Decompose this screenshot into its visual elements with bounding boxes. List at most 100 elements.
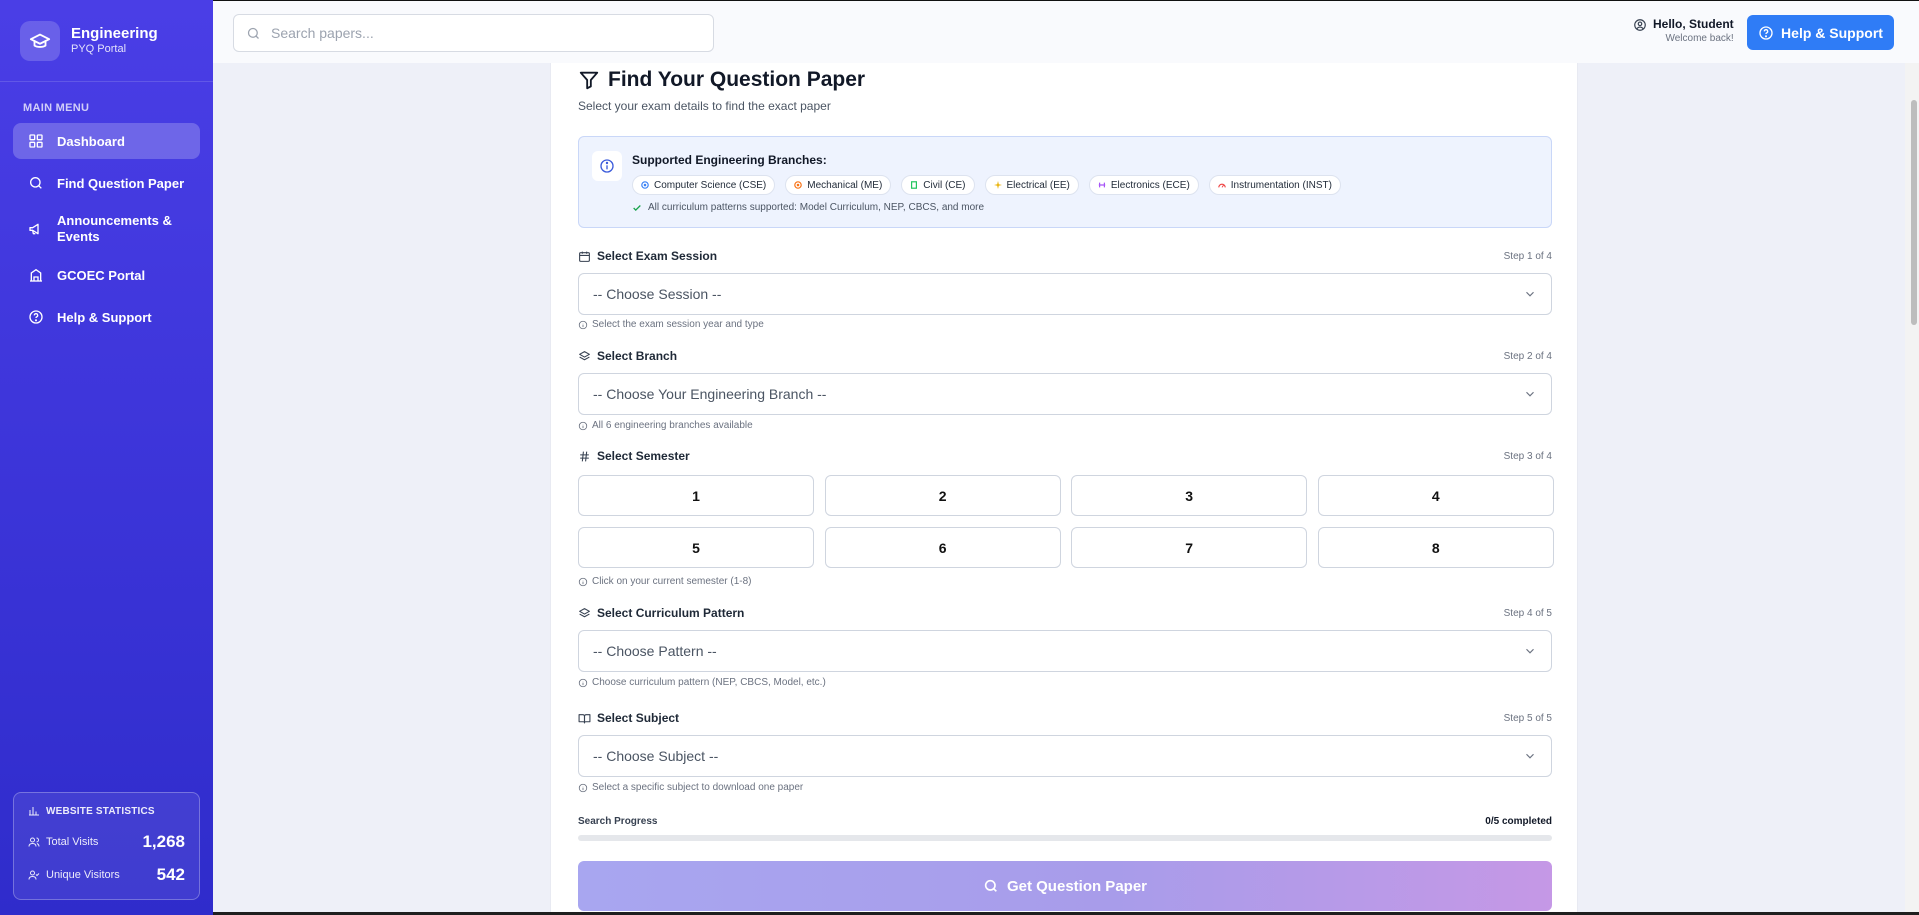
grid-icon (29, 134, 43, 148)
sidebar-item-label: GCOEC Portal (57, 267, 146, 283)
page-title: Find Your Question Paper (578, 68, 865, 92)
stat-label: Unique Visitors (46, 868, 120, 881)
user-text: Hello, Student Welcome back! (1653, 17, 1734, 45)
pattern-label-text: Select Curriculum Pattern (597, 606, 745, 620)
progress-bar (578, 835, 1552, 841)
info-icon (578, 783, 588, 792)
chip-label: Civil (CE) (923, 179, 966, 191)
semester-hint-text: Click on your current semester (1-8) (592, 576, 752, 587)
subject-select-value: -- Choose Subject -- (593, 748, 719, 764)
brand-subtitle: PYQ Portal (71, 43, 127, 55)
pattern-hint-text: Choose curriculum pattern (NEP, CBCS, Mo… (592, 677, 826, 688)
session-hint-text: Select the exam session year and type (592, 319, 764, 330)
semester-button-5[interactable]: 5 (578, 527, 814, 568)
info-icon (592, 151, 622, 181)
subject-label-text: Select Subject (597, 711, 680, 725)
chevron-down-icon (1526, 291, 1534, 297)
branch-step: Step 2 of 4 (1503, 351, 1552, 362)
chevron-down-icon (1526, 753, 1534, 759)
subject-hint: Select a specific subject to download on… (578, 782, 803, 793)
page-subtitle: Select your exam details to find the exa… (578, 99, 831, 113)
gear-icon (794, 181, 803, 189)
brand-title: Engineering (71, 25, 158, 42)
semester-hint: Click on your current semester (1-8) (578, 576, 752, 587)
session-step: Step 1 of 4 (1503, 251, 1552, 262)
search-icon (247, 27, 259, 39)
pattern-label: Select Curriculum Pattern (578, 606, 744, 620)
sidebar: Engineering PYQ Portal MAIN MENU Dashboa… (0, 0, 213, 915)
sidebar-item-label: Find Question Paper (57, 175, 185, 191)
info-icon (578, 678, 588, 687)
branch-label-text: Select Branch (597, 349, 678, 363)
session-label-text: Select Exam Session (597, 249, 718, 263)
menu-heading: MAIN MENU (23, 102, 90, 114)
session-select[interactable]: -- Choose Session -- (578, 273, 1552, 315)
info-title: Supported Engineering Branches: (632, 153, 827, 167)
sidebar-item-label: Announcements & Events (57, 213, 172, 244)
stat-label-wrap: Total Visits (28, 836, 98, 848)
session-select-value: -- Choose Session -- (593, 286, 722, 302)
search-box[interactable] (233, 14, 714, 52)
semester-button-8[interactable]: 8 (1317, 527, 1554, 568)
user-welcome-text: Welcome back! (1665, 33, 1734, 44)
user-greeting[interactable]: Hello, Student Welcome back! (1633, 17, 1734, 45)
user-check-icon (28, 870, 40, 880)
branch-chip-me: Mechanical (ME) (785, 175, 892, 195)
pattern-step: Step 4 of 5 (1503, 608, 1552, 619)
building-icon (911, 181, 918, 189)
help-support-button[interactable]: Help & Support (1747, 15, 1894, 50)
stat-label-wrap: Unique Visitors (28, 869, 120, 881)
hash-icon (580, 451, 589, 461)
users-icon (28, 837, 40, 847)
pattern-select-value: -- Choose Pattern -- (593, 643, 717, 659)
stat-value-total-visits: 1,268 (142, 831, 185, 851)
info-icon (578, 320, 588, 329)
sidebar-item-label: Dashboard (57, 133, 125, 149)
pattern-select[interactable]: -- Choose Pattern -- (578, 630, 1552, 672)
chevron-down-icon (1526, 648, 1534, 654)
submit-label: Get Question Paper (1006, 877, 1148, 895)
sidebar-item-label: Help & Support (57, 309, 152, 325)
stat-label: Total Visits (46, 835, 99, 848)
progress-count: 0/5 completed (1485, 816, 1552, 827)
megaphone-icon (29, 223, 39, 235)
branch-select[interactable]: -- Choose Your Engineering Branch -- (578, 373, 1552, 415)
sidebar-item-dashboard[interactable]: Dashboard (13, 123, 200, 159)
check-icon (633, 204, 641, 211)
semester-button-3[interactable]: 3 (1071, 475, 1308, 516)
pattern-hint: Choose curriculum pattern (NEP, CBCS, Mo… (578, 677, 826, 688)
circuit-icon (1098, 182, 1106, 188)
search-input[interactable] (271, 25, 701, 41)
branch-chip-cse: Computer Science (CSE) (632, 175, 776, 195)
page-title-text: Find Your Question Paper (608, 68, 866, 91)
website-stats-panel: WEBSITE STATISTICS Total Visits 1,268 Un… (13, 792, 200, 900)
sidebar-item-announcements[interactable]: Announcements & Events (13, 207, 200, 251)
user-greeting-text: Hello, Student (1653, 17, 1734, 31)
cpu-icon (641, 181, 649, 189)
help-circle-icon (1759, 25, 1773, 40)
gauge-icon (1217, 183, 1226, 188)
semester-button-4[interactable]: 4 (1317, 475, 1554, 516)
semester-button-7[interactable]: 7 (1071, 527, 1308, 568)
info-note: All curriculum patterns supported: Model… (632, 202, 984, 213)
subject-step: Step 5 of 5 (1503, 713, 1552, 724)
sidebar-item-find-question-paper[interactable]: Find Question Paper (13, 165, 200, 201)
branch-hint-text: All 6 engineering branches available (592, 420, 753, 431)
graduation-cap-icon (20, 20, 60, 61)
semester-button-1[interactable]: 1 (578, 475, 814, 516)
subject-select[interactable]: -- Choose Subject -- (578, 735, 1552, 777)
get-question-paper-button[interactable]: Get Question Paper (578, 861, 1552, 911)
branch-select-value: -- Choose Your Engineering Branch -- (593, 386, 827, 402)
branch-label: Select Branch (578, 349, 677, 363)
scrollbar-thumb[interactable] (1911, 100, 1917, 325)
calendar-icon (579, 251, 590, 262)
semester-button-2[interactable]: 2 (824, 475, 1061, 516)
branch-hint: All 6 engineering branches available (578, 420, 753, 431)
brand[interactable]: Engineering PYQ Portal (0, 0, 213, 82)
sidebar-item-help-support[interactable]: Help & Support (13, 299, 200, 335)
building-icon (30, 268, 42, 282)
semester-button-6[interactable]: 6 (824, 527, 1061, 568)
chip-label: Electrical (EE) (1006, 179, 1070, 191)
chevron-down-icon (1526, 391, 1534, 397)
sidebar-item-gcoec-portal[interactable]: GCOEC Portal (13, 257, 200, 293)
